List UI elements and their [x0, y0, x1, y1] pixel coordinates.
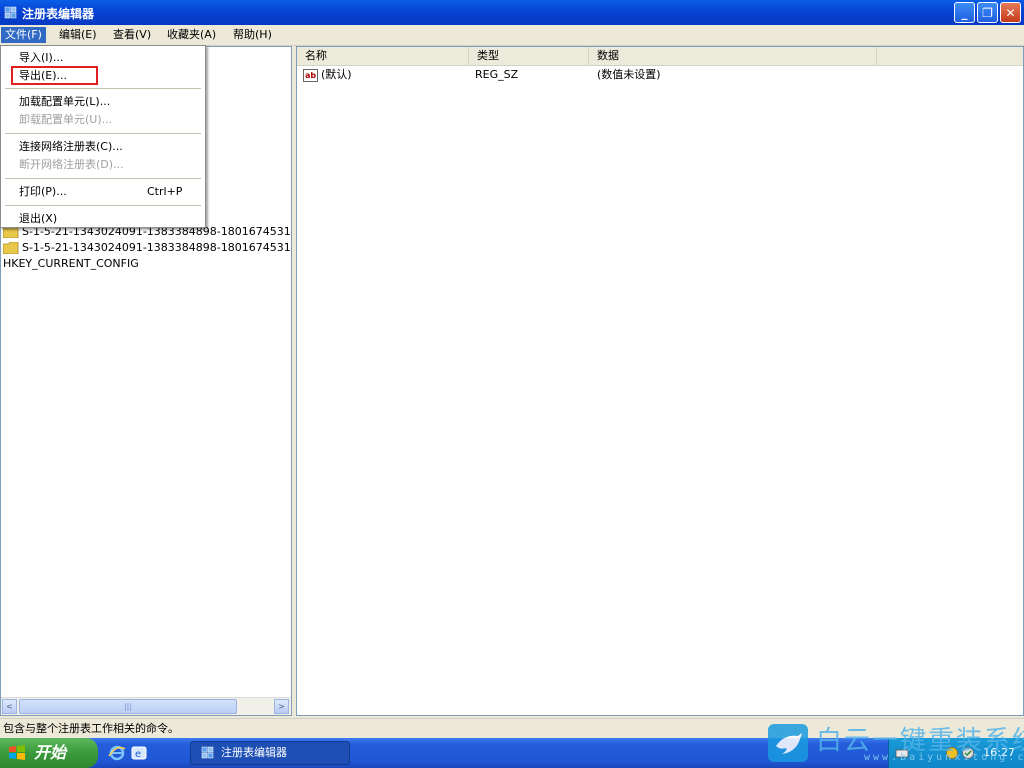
- taskbar-item-regedit[interactable]: 注册表编辑器: [190, 741, 350, 765]
- outlook-express-icon[interactable]: e: [130, 744, 148, 762]
- window-title: 注册表编辑器: [22, 7, 95, 21]
- list-header: 名称 类型 数据: [297, 47, 1023, 66]
- menu-item-disconnect-network: 断开网络注册表(D)...: [19, 158, 124, 171]
- tree-item-label: S-1-5-21-1343024091-1383384898-180167453…: [22, 241, 291, 254]
- start-button[interactable]: 开始: [0, 738, 98, 768]
- scroll-left-button[interactable]: <: [2, 699, 17, 714]
- menu-help[interactable]: 帮助(H): [229, 27, 276, 43]
- menu-separator: [5, 88, 201, 89]
- value-data: (数值未设置): [597, 68, 661, 81]
- menu-separator: [5, 205, 201, 206]
- regedit-icon: [4, 6, 17, 19]
- tree-item-label: HKEY_CURRENT_CONFIG: [3, 257, 139, 270]
- scroll-right-button[interactable]: >: [274, 699, 289, 714]
- tree-item-sid-2[interactable]: S-1-5-21-1343024091-1383384898-180167453…: [3, 240, 291, 256]
- folder-icon: [3, 242, 19, 254]
- maximize-button[interactable]: ❐: [977, 2, 998, 23]
- menu-file[interactable]: 文件(F): [1, 27, 46, 43]
- svg-text:e: e: [135, 749, 141, 760]
- start-label: 开始: [34, 743, 67, 762]
- menu-view[interactable]: 查看(V): [109, 27, 155, 43]
- menu-separator: [5, 178, 201, 179]
- taskbar-item-label: 注册表编辑器: [221, 746, 287, 759]
- list-item[interactable]: ab (默认) REG_SZ (数值未设置): [297, 67, 1023, 83]
- title-bar: 注册表编辑器 _ ❐ ✕: [0, 0, 1024, 25]
- close-button[interactable]: ✕: [1000, 2, 1021, 23]
- restore-icon: ❐: [982, 5, 993, 20]
- watermark: 白云一键重装系统 www.baiyunxitong.com: [768, 720, 1024, 768]
- menu-item-connect-network[interactable]: 连接网络注册表(C)...: [19, 138, 123, 155]
- menu-item-unload-hive: 卸载配置单元(U)...: [19, 113, 113, 126]
- watermark-url: www.baiyunxitong.com: [864, 752, 1024, 763]
- menu-edit[interactable]: 编辑(E): [55, 27, 101, 43]
- column-type-header[interactable]: 类型: [469, 47, 589, 65]
- export-highlight-box: [11, 66, 98, 85]
- string-value-icon: ab: [303, 68, 318, 82]
- close-icon: ✕: [1005, 5, 1016, 20]
- horizontal-scrollbar[interactable]: < ||| >: [1, 697, 291, 715]
- menu-item-import[interactable]: 导入(I)...: [19, 49, 63, 66]
- regedit-icon: [201, 746, 214, 759]
- internet-explorer-icon[interactable]: [108, 744, 126, 762]
- minimize-icon: _: [961, 5, 968, 20]
- scroll-thumb[interactable]: |||: [19, 699, 237, 714]
- menu-item-print[interactable]: 打印(P)...: [19, 183, 67, 200]
- status-text: 包含与整个注册表工作相关的命令。: [3, 722, 179, 735]
- menu-favorites[interactable]: 收藏夹(A): [163, 27, 220, 43]
- print-shortcut: Ctrl+P: [147, 185, 183, 198]
- column-data-header[interactable]: 数据: [589, 47, 877, 65]
- file-menu-dropdown: 导入(I)... 导出(E)... 加载配置单元(L)... 卸载配置单元(U)…: [0, 45, 206, 228]
- bird-logo-icon: [768, 724, 808, 762]
- menu-bar: 文件(F) 编辑(E) 查看(V) 收藏夹(A) 帮助(H): [0, 25, 1024, 46]
- value-type: REG_SZ: [475, 68, 519, 81]
- values-list[interactable]: 名称 类型 数据 ab (默认) REG_SZ (数值未设置): [296, 46, 1024, 716]
- windows-logo-icon: [9, 745, 25, 760]
- column-name-header[interactable]: 名称: [297, 47, 469, 65]
- menu-item-load-hive[interactable]: 加载配置单元(L)...: [19, 93, 110, 110]
- value-name: (默认): [321, 68, 352, 81]
- tree-item-hkey-current-config[interactable]: HKEY_CURRENT_CONFIG: [3, 256, 291, 272]
- minimize-button[interactable]: _: [954, 2, 975, 23]
- menu-separator: [5, 133, 201, 134]
- menu-item-exit[interactable]: 退出(X): [19, 210, 57, 227]
